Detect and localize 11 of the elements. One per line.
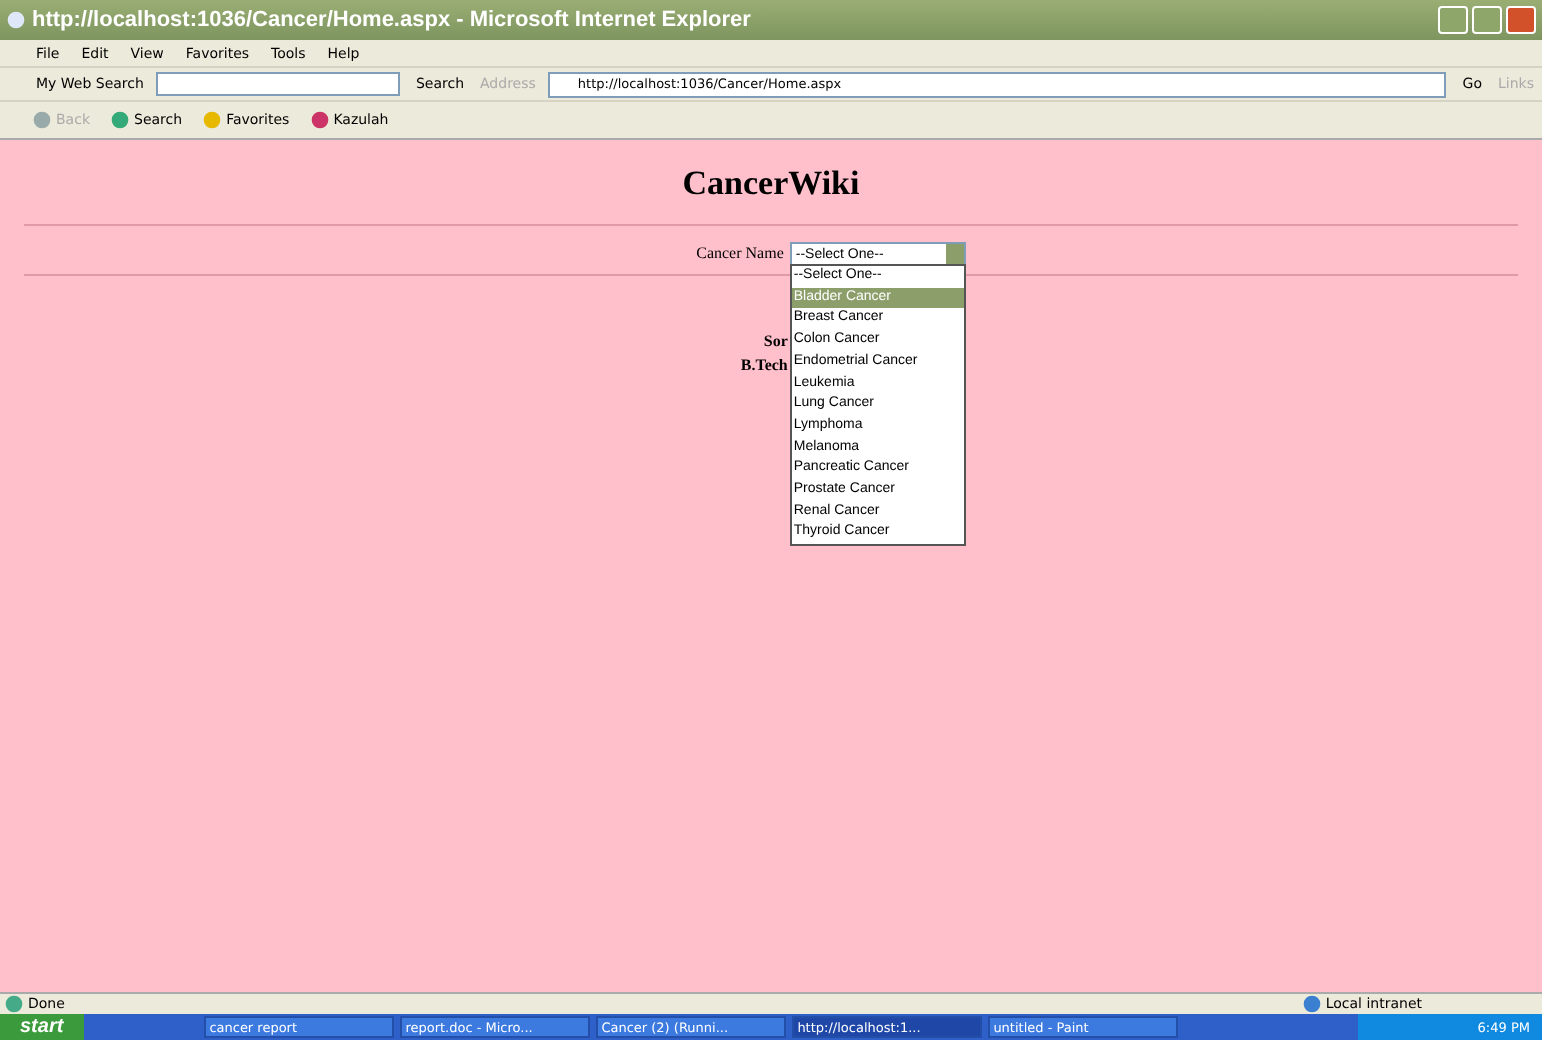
page-text: B.Tech (740, 354, 788, 378)
minimize-button[interactable] (1438, 6, 1468, 34)
close-button[interactable] (1506, 6, 1536, 34)
field-label: Cancer Name (696, 242, 784, 266)
page-text: Sor (763, 330, 788, 354)
window-title: http://localhost:1036/Cancer/Home.aspx - Microsoft Internet Explorer (32, 8, 751, 32)
start-button[interactable]: start (0, 1014, 84, 1040)
search-field[interactable] (155, 72, 400, 96)
circle-icon (309, 110, 330, 130)
maximize-button[interactable] (1472, 6, 1502, 34)
page-heading: CancerWiki (682, 164, 860, 204)
